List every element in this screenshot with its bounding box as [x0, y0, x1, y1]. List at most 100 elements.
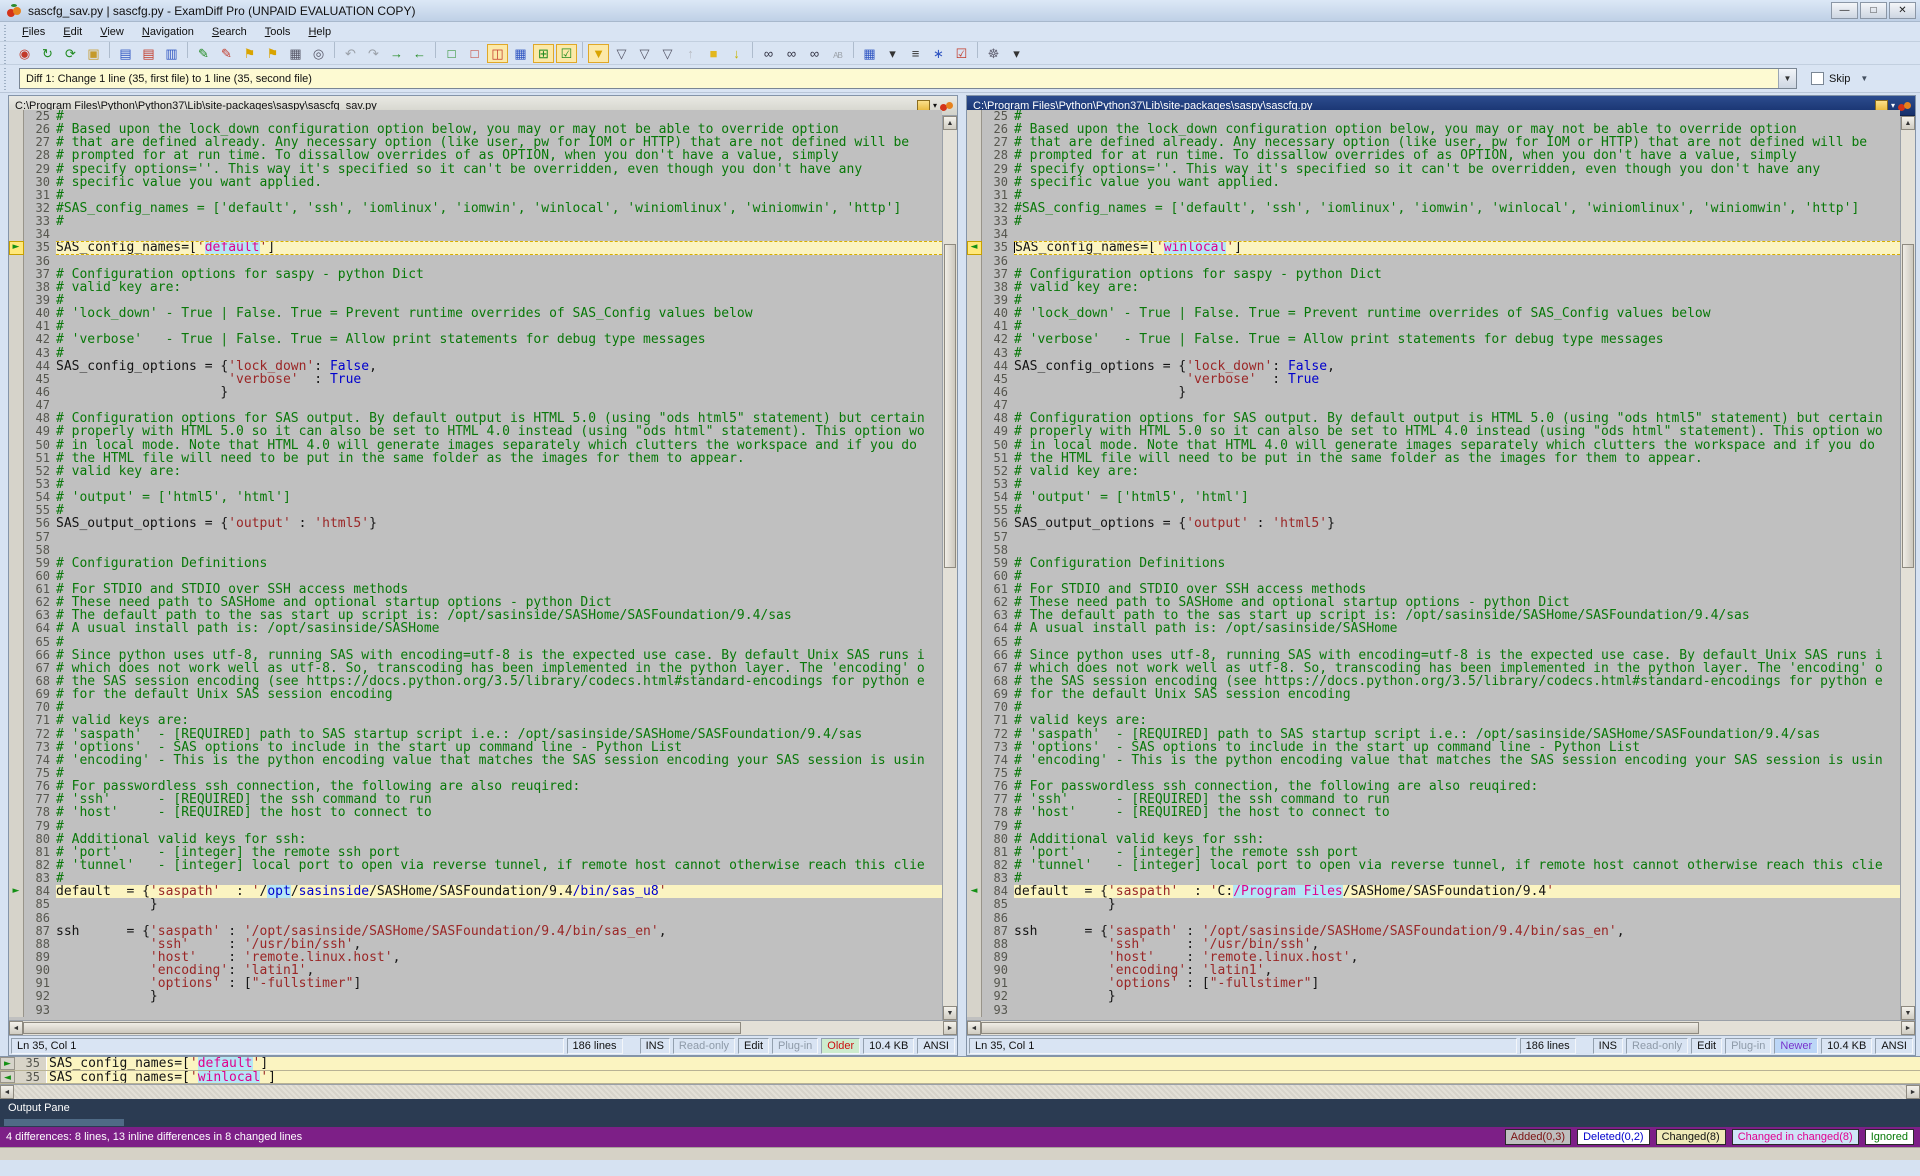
code-line[interactable]: 75#	[967, 767, 1900, 780]
undo-icon[interactable]: ↶	[340, 44, 361, 63]
scrollbar-thumb[interactable]	[981, 1022, 1699, 1034]
vertical-scrollbar-second[interactable]: ▲ ▼	[1900, 116, 1915, 1020]
code-line[interactable]: 63# The default path to the sas start up…	[9, 609, 942, 622]
code-line[interactable]: 56SAS_output_options = {'output' : 'html…	[9, 517, 942, 530]
code-line[interactable]: 34	[967, 228, 1900, 241]
code-line[interactable]: 27# that are defined already. Any necess…	[9, 136, 942, 149]
code-line[interactable]: 70#	[9, 701, 942, 714]
code-line[interactable]: 92 }	[967, 990, 1900, 1003]
code-line[interactable]: 36	[967, 255, 1900, 268]
code-line[interactable]: 65#	[9, 636, 942, 649]
code-line[interactable]: 55#	[9, 504, 942, 517]
print-icon[interactable]: ▦	[285, 44, 306, 63]
code-line[interactable]: 48# Configuration options for SAS output…	[967, 412, 1900, 425]
code-line[interactable]: 37# Configuration options for saspy - py…	[967, 268, 1900, 281]
code-line[interactable]: 48# Configuration options for SAS output…	[9, 412, 942, 425]
code-line[interactable]: 33#	[9, 215, 942, 228]
filter-edit-icon[interactable]: ▼	[588, 44, 609, 63]
code-line[interactable]: 83#	[9, 872, 942, 885]
next-diff-icon[interactable]: ↓	[726, 44, 747, 63]
menu-view[interactable]: View	[91, 23, 133, 41]
edit-first-icon[interactable]: ✎	[193, 44, 214, 63]
code-line[interactable]: 90 'encoding': 'latin1',	[9, 964, 942, 977]
code-line[interactable]: 41#	[967, 320, 1900, 333]
code-line[interactable]: 32#SAS_config_names = ['default', 'ssh',…	[967, 202, 1900, 215]
code-line[interactable]: 76# For passwordless ssh connection, the…	[9, 780, 942, 793]
code-line[interactable]: 78# 'host' - [REQUIRED] the host to conn…	[967, 806, 1900, 819]
code-line[interactable]: 25#	[967, 110, 1900, 123]
code-line[interactable]: 85 }	[9, 898, 942, 911]
code-line[interactable]: 36	[9, 255, 942, 268]
code-line[interactable]: 37# Configuration options for saspy - py…	[9, 268, 942, 281]
code-line[interactable]: 90 'encoding': 'latin1',	[967, 964, 1900, 977]
code-line[interactable]: 77# 'ssh' - [REQUIRED] the ssh command t…	[9, 793, 942, 806]
code-line[interactable]: 25#	[9, 110, 942, 123]
code-line[interactable]: 91 'options' : ["-fullstimer"]	[9, 977, 942, 990]
code-line[interactable]: 89 'host' : 'remote.linux.host',	[967, 951, 1900, 964]
code-line[interactable]: 66# Since python uses utf-8, running SAS…	[967, 649, 1900, 662]
code-line[interactable]: 71# valid keys are:	[9, 714, 942, 727]
code-line[interactable]: 93	[9, 1004, 942, 1017]
code-line[interactable]: 51# the HTML file will need to be put in…	[967, 452, 1900, 465]
menu-navigation[interactable]: Navigation	[133, 23, 203, 41]
scrollbar-thumb[interactable]	[944, 244, 956, 568]
code-line[interactable]: 85 }	[967, 898, 1900, 911]
copy-left-arrow-icon[interactable]: ◄	[0, 1071, 15, 1084]
code-line[interactable]: 53#	[967, 478, 1900, 491]
code-line[interactable]: 78# 'host' - [REQUIRED] the host to conn…	[9, 806, 942, 819]
code-line[interactable]: 88 'ssh' : '/usr/bin/ssh',	[967, 938, 1900, 951]
code-line[interactable]: 49# properly with HTML 5.0 so it can als…	[9, 425, 942, 438]
scroll-right-icon[interactable]: ►	[1901, 1021, 1915, 1035]
code-line[interactable]: 86	[967, 912, 1900, 925]
close-button[interactable]: ✕	[1889, 2, 1916, 19]
settings-icon[interactable]: ☸	[983, 44, 1004, 63]
code-line[interactable]: 45 'verbose' : True	[9, 373, 942, 386]
bottom-diff-row[interactable]: ►35SAS_config_names=['default']	[0, 1057, 1920, 1071]
bottom-diff-row[interactable]: ◄35SAS_config_names=['winlocal']	[0, 1071, 1920, 1085]
code-line[interactable]: ◄35SAS_config_names=['winlocal']	[967, 241, 1900, 254]
code-line[interactable]: 60#	[967, 570, 1900, 583]
output-pane-tab[interactable]	[4, 1119, 124, 1126]
code-line[interactable]: 81# 'port' - [integer] the remote ssh po…	[967, 846, 1900, 859]
code-line[interactable]: 69# for the default Unix SAS session enc…	[9, 688, 942, 701]
prev-diff-icon[interactable]: ↑	[680, 44, 701, 63]
code-line[interactable]: 77# 'ssh' - [REQUIRED] the ssh command t…	[967, 793, 1900, 806]
code-line[interactable]: 38# valid key are:	[967, 281, 1900, 294]
menu-files[interactable]: Files	[13, 23, 54, 41]
maximize-button[interactable]: □	[1860, 2, 1887, 19]
skip-checkbox[interactable]	[1811, 72, 1824, 85]
code-line[interactable]: 43#	[967, 347, 1900, 360]
horizontal-scrollbar-first[interactable]: ◄ ►	[9, 1020, 957, 1035]
code-line[interactable]: 54# 'output' = ['html5', 'html']	[967, 491, 1900, 504]
options-icon[interactable]: ☑	[951, 44, 972, 63]
copy-right-arrow-icon[interactable]: ►	[9, 241, 24, 254]
new-compare-icon[interactable]: ◉	[14, 44, 35, 63]
code-line[interactable]: 44SAS_config_options = {'lock_down': Fal…	[9, 360, 942, 373]
recompare-icon[interactable]: ⟳	[60, 44, 81, 63]
code-line[interactable]: 55#	[967, 504, 1900, 517]
code-line[interactable]: 61# For STDIO and STDIO over SSH access …	[9, 583, 942, 596]
search-icon[interactable]: ◎	[308, 44, 329, 63]
find-in-files-icon[interactable]: ∞	[804, 44, 825, 63]
code-line[interactable]: 50# in local mode. Note that HTML 4.0 wi…	[9, 439, 942, 452]
code-line[interactable]: 58	[9, 544, 942, 557]
code-line[interactable]: 70#	[967, 701, 1900, 714]
copy-right-arrow-icon[interactable]: ►	[9, 885, 24, 898]
save-all-icon[interactable]: ▥	[161, 44, 182, 63]
horizontal-scrollbar-second[interactable]: ◄ ►	[967, 1020, 1915, 1035]
code-line[interactable]: 64# A usual install path is: /opt/sasins…	[967, 622, 1900, 635]
code-line[interactable]: 57	[9, 531, 942, 544]
horizontal-split-icon[interactable]: ▦	[510, 44, 531, 63]
code-line[interactable]: 29# specify options=''. This way it's sp…	[967, 163, 1900, 176]
code-line[interactable]: 68# the SAS session encoding (see https:…	[9, 675, 942, 688]
code-line[interactable]: 31#	[967, 189, 1900, 202]
code-line[interactable]: 52# valid key are:	[9, 465, 942, 478]
code-line[interactable]: 91 'options' : ["-fullstimer"]	[967, 977, 1900, 990]
diff-selector-combo[interactable]: Diff 1: Change 1 line (35, first file) t…	[19, 68, 1797, 89]
code-line[interactable]: ►84default = {'saspath' : '/opt/sasinsid…	[9, 885, 942, 898]
code-line[interactable]: 54# 'output' = ['html5', 'html']	[9, 491, 942, 504]
refresh-icon[interactable]: ↻	[37, 44, 58, 63]
code-line[interactable]: 49# properly with HTML 5.0 so it can als…	[967, 425, 1900, 438]
copy-to-second-icon[interactable]: →	[386, 44, 407, 63]
copy-to-first-icon[interactable]: ←	[409, 44, 430, 63]
